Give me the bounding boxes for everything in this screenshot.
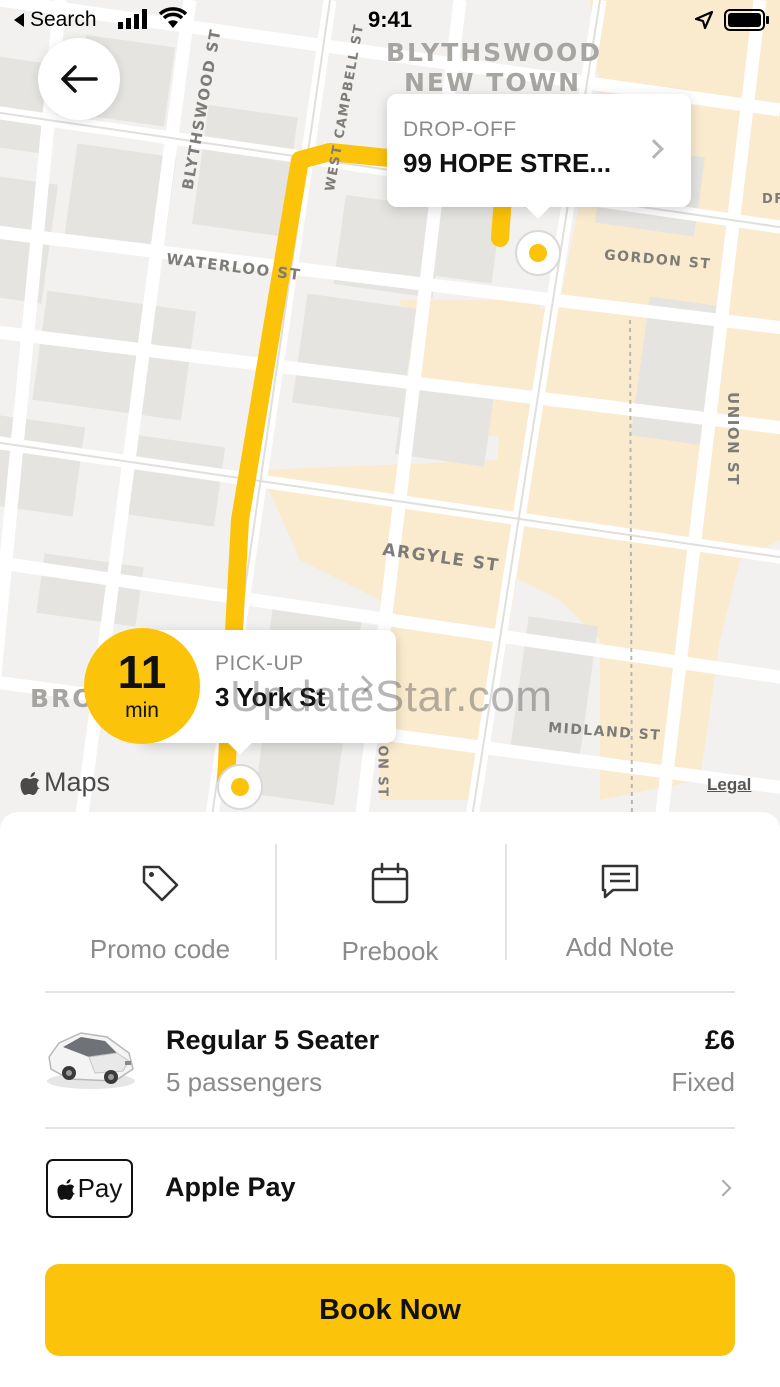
calendar-icon xyxy=(370,862,410,906)
street-label-union: UNION ST xyxy=(723,392,742,486)
promo-code-label: Promo code xyxy=(89,934,231,964)
tag-icon xyxy=(139,862,181,904)
apple-pay-badge: Pay xyxy=(46,1159,133,1218)
vehicle-capacity: 5 passengers xyxy=(166,1067,323,1097)
vehicle-price-type: Fixed xyxy=(671,1067,735,1097)
prebook-button[interactable]: Prebook xyxy=(275,844,505,966)
apple-logo-icon xyxy=(20,771,40,795)
promo-code-button[interactable]: Promo code xyxy=(45,844,275,964)
back-button[interactable] xyxy=(38,38,120,120)
eta-unit: min xyxy=(125,699,159,722)
vehicle-price: £6 xyxy=(704,1025,735,1055)
eta-badge: 11 min xyxy=(84,628,200,744)
apple-logo-icon xyxy=(57,1178,75,1200)
back-arrow-icon xyxy=(61,65,98,93)
prebook-label: Prebook xyxy=(341,936,439,966)
maps-attribution: Maps xyxy=(20,767,110,798)
note-icon xyxy=(600,862,640,902)
district-label-blythswood: BLYTHSWOOD xyxy=(386,38,603,67)
add-note-button[interactable]: Add Note xyxy=(505,844,735,962)
book-now-button[interactable]: Book Now xyxy=(45,1264,735,1356)
add-note-label: Add Note xyxy=(565,932,675,962)
chevron-right-icon xyxy=(644,139,664,159)
vehicle-option[interactable]: Regular 5 Seater 5 passengers £6 Fixed xyxy=(45,1017,735,1117)
vehicle-name: Regular 5 Seater xyxy=(166,1025,380,1055)
payment-method-label: Apple Pay xyxy=(165,1172,296,1202)
street-label-partial-right: DF xyxy=(762,192,780,207)
legal-link[interactable]: Legal xyxy=(707,775,751,795)
apple-pay-badge-label: Pay xyxy=(77,1173,123,1203)
status-bar: Search 9:41 xyxy=(0,0,780,40)
eta-value: 11 xyxy=(117,646,167,698)
district-label-new-town: NEW TOWN xyxy=(404,68,582,97)
payment-method-selector[interactable]: Pay Apple Pay xyxy=(45,1158,735,1220)
quick-actions: Promo code Prebook Add Note xyxy=(45,844,735,966)
chevron-right-icon xyxy=(714,1179,732,1197)
watermark: UpdateStar.com xyxy=(230,672,553,721)
battery-icon xyxy=(724,9,769,31)
dropoff-label: DROP-OFF xyxy=(403,118,517,141)
maps-attribution-label: Maps xyxy=(44,767,111,797)
map-view[interactable]: BLYTHSWOOD NEW TOWN BROO BLYTHSWOOD ST W… xyxy=(0,0,780,830)
street-label-york-partial: ON ST xyxy=(374,745,390,798)
divider xyxy=(45,1127,735,1129)
location-arrow-icon xyxy=(694,10,714,30)
status-time: 9:41 xyxy=(367,7,413,32)
dropoff-callout[interactable]: DROP-OFF 99 HOPE STRE... xyxy=(387,94,691,219)
dropoff-address: 99 HOPE STRE... xyxy=(403,148,612,178)
car-icon xyxy=(47,1032,135,1089)
divider xyxy=(45,991,735,993)
booking-sheet: Promo code Prebook Add Note Regular 5 Se… xyxy=(0,812,780,1387)
